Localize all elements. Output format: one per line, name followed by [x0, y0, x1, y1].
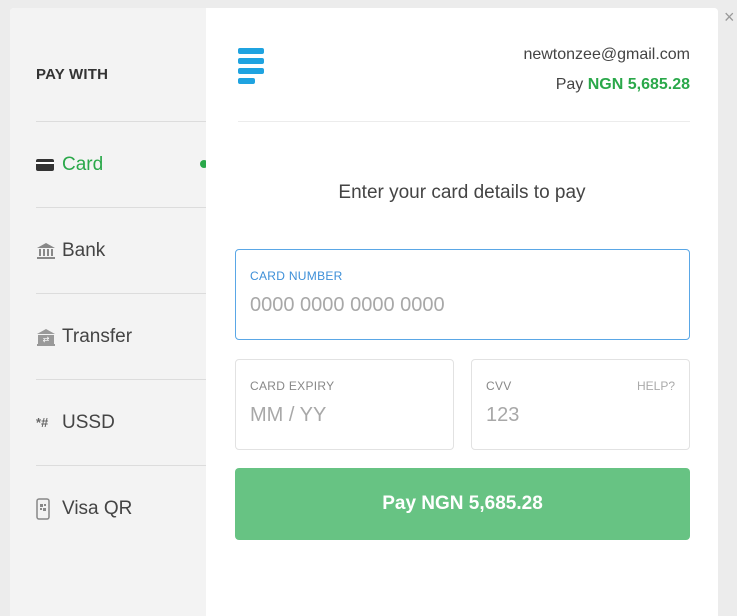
- pay-amount: NGN 5,685.28: [587, 76, 690, 93]
- cvv-label: CVV: [486, 379, 512, 393]
- sidebar-item-label: Visa QR: [62, 497, 133, 519]
- card-number-field[interactable]: CARD NUMBER: [235, 249, 690, 340]
- bank-icon: [36, 242, 62, 260]
- pay-prefix: Pay: [555, 76, 584, 93]
- card-number-input[interactable]: [250, 294, 580, 317]
- sidebar-item-transfer[interactable]: ⇄ Transfer: [36, 293, 206, 379]
- payment-method-sidebar: PAY WITH Card Bank ⇄ Transfer *# USSD Vi…: [10, 8, 206, 616]
- sidebar-item-visa-qr[interactable]: Visa QR: [36, 465, 206, 551]
- sidebar-item-label: USSD: [62, 411, 115, 433]
- sidebar-item-bank[interactable]: Bank: [36, 207, 206, 293]
- sidebar-item-card[interactable]: Card: [36, 121, 206, 207]
- transfer-icon: ⇄: [36, 328, 62, 346]
- form-instruction: Enter your card details to pay: [338, 182, 586, 203]
- card-expiry-input[interactable]: [250, 404, 440, 427]
- card-number-label: CARD NUMBER: [250, 269, 343, 283]
- qr-phone-icon: [36, 497, 62, 520]
- sidebar-item-label: Transfer: [62, 325, 133, 347]
- sidebar-item-ussd[interactable]: *# USSD: [36, 379, 206, 465]
- header-divider: [238, 121, 690, 122]
- close-icon[interactable]: ×: [724, 8, 735, 26]
- paystack-logo-icon: [238, 48, 264, 91]
- ussd-icon: *#: [36, 415, 62, 430]
- pay-button[interactable]: Pay NGN 5,685.28: [235, 468, 690, 540]
- pay-amount-line: Pay NGN 5,685.28: [556, 76, 690, 94]
- cvv-field[interactable]: CVV HELP?: [471, 359, 690, 450]
- ussd-glyph: *#: [36, 415, 49, 430]
- payment-panel: newtonzee@gmail.com Pay NGN 5,685.28 Ent…: [206, 8, 718, 616]
- credit-card-icon: [36, 158, 62, 171]
- card-expiry-field[interactable]: CARD EXPIRY: [235, 359, 454, 450]
- card-expiry-label: CARD EXPIRY: [250, 379, 335, 393]
- sidebar-item-label: Bank: [62, 239, 106, 261]
- sidebar-item-label: Card: [62, 153, 104, 175]
- pay-with-heading: PAY WITH: [36, 66, 109, 83]
- payment-modal: PAY WITH Card Bank ⇄ Transfer *# USSD Vi…: [10, 8, 718, 616]
- cvv-help-link[interactable]: HELP?: [637, 379, 675, 393]
- cvv-input[interactable]: [486, 404, 676, 427]
- svg-text:⇄: ⇄: [43, 335, 50, 344]
- customer-email: newtonzee@gmail.com: [523, 46, 690, 63]
